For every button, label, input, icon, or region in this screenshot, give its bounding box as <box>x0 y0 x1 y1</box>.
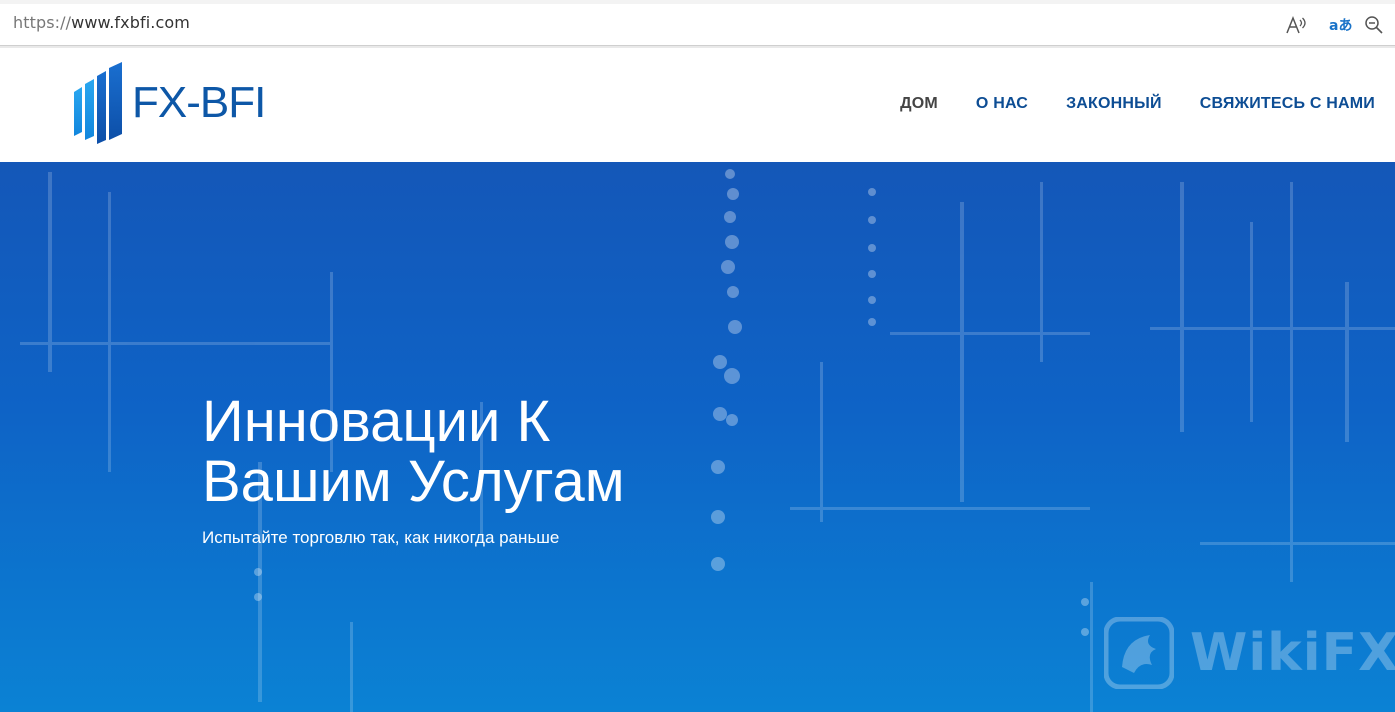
hero-title-line-2: Вашим Услугам <box>202 449 625 514</box>
url-scheme: https:// <box>13 13 72 32</box>
hero-banner: Инновации К Вашим Услугам Испытайте торг… <box>0 162 1395 712</box>
url-field[interactable]: https://www.fxbfi.com <box>13 13 190 32</box>
url-host: www.fxbfi.com <box>71 13 190 32</box>
hero-title-line-1: Инновации К <box>202 389 551 454</box>
browser-address-bar: https://www.fxbfi.com aあ <box>0 0 1395 46</box>
main-nav: ДОМ О НАС ЗАКОННЫЙ СВЯЖИТЕСЬ С НАМИ <box>862 95 1375 113</box>
svg-text:aあ: aあ <box>1329 18 1352 34</box>
nav-item-about[interactable]: О НАС <box>976 95 1028 113</box>
logo[interactable]: FX-BFI <box>72 62 266 144</box>
nav-item-contact[interactable]: СВЯЖИТЕСЬ С НАМИ <box>1200 95 1375 113</box>
logo-text: FX-BFI <box>132 78 266 127</box>
translate-icon[interactable]: aあ <box>1323 10 1357 40</box>
zoom-out-icon[interactable] <box>1357 10 1391 40</box>
logo-bars-icon <box>74 62 122 144</box>
hero-title: Инновации К Вашим Услугам <box>202 392 762 512</box>
watermark-text: WikiFX <box>1190 623 1395 683</box>
nav-item-home[interactable]: ДОМ <box>900 95 938 113</box>
read-aloud-icon[interactable] <box>1279 10 1313 40</box>
nav-item-legal[interactable]: ЗАКОННЫЙ <box>1066 95 1162 113</box>
wikifx-logo-icon <box>1104 617 1174 689</box>
site-header: FX-BFI ДОМ О НАС ЗАКОННЫЙ СВЯЖИТЕСЬ С НА… <box>0 48 1395 162</box>
wikifx-watermark: WikiFX <box>1104 617 1395 689</box>
hero-subtitle: Испытайте торговлю так, как никогда рань… <box>202 528 560 547</box>
